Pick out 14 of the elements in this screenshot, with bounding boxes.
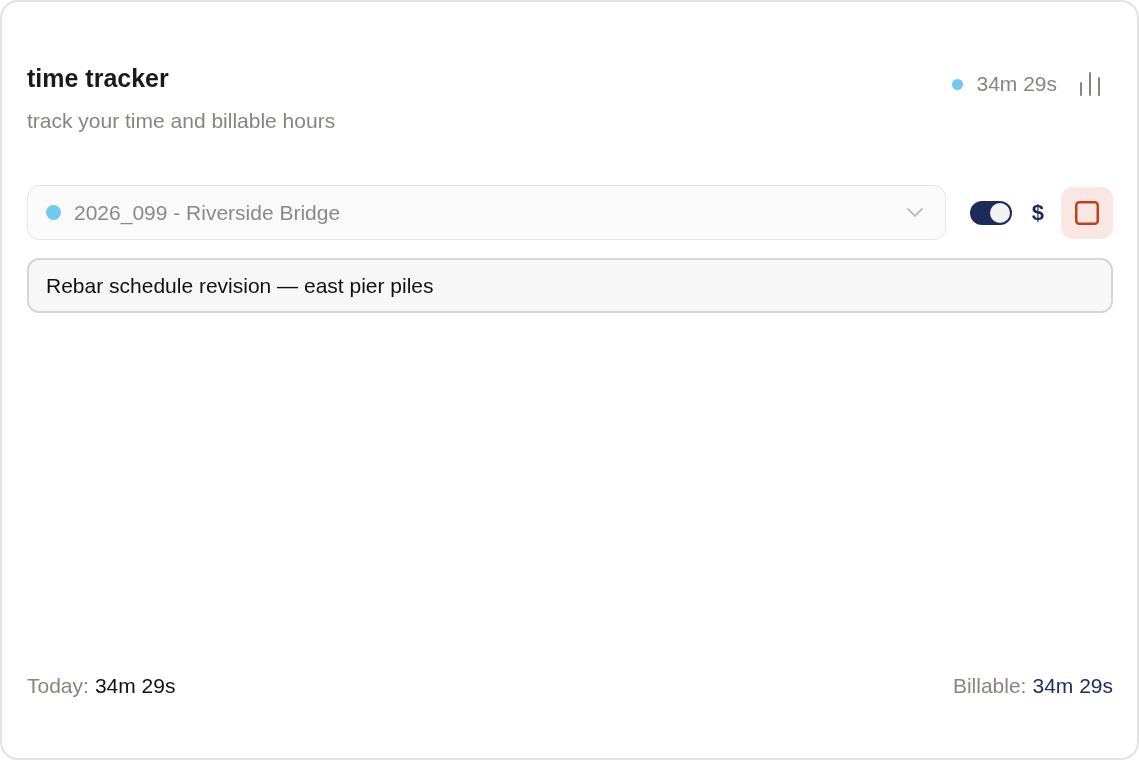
today-label: Today: (27, 673, 89, 699)
card-subtitle: track your time and billable hours (27, 108, 336, 134)
stop-button[interactable] (1061, 186, 1113, 239)
today-total: 34m 29s (94, 673, 176, 699)
billable-label: $ (1031, 198, 1044, 227)
billable-toggle[interactable] (969, 200, 1012, 225)
description-field[interactable]: Rebar schedule revision — east pier piles (27, 258, 1113, 313)
elapsed-time: 34m 29s (976, 71, 1057, 97)
bar-chart-icon[interactable] (1079, 72, 1101, 96)
billable-total-label: Billable: (952, 673, 1027, 699)
chevron-down-icon (906, 208, 923, 217)
stop-icon (1075, 200, 1099, 225)
billable-total: 34m 29s (1032, 673, 1113, 699)
card-title: time tracker (27, 63, 170, 94)
